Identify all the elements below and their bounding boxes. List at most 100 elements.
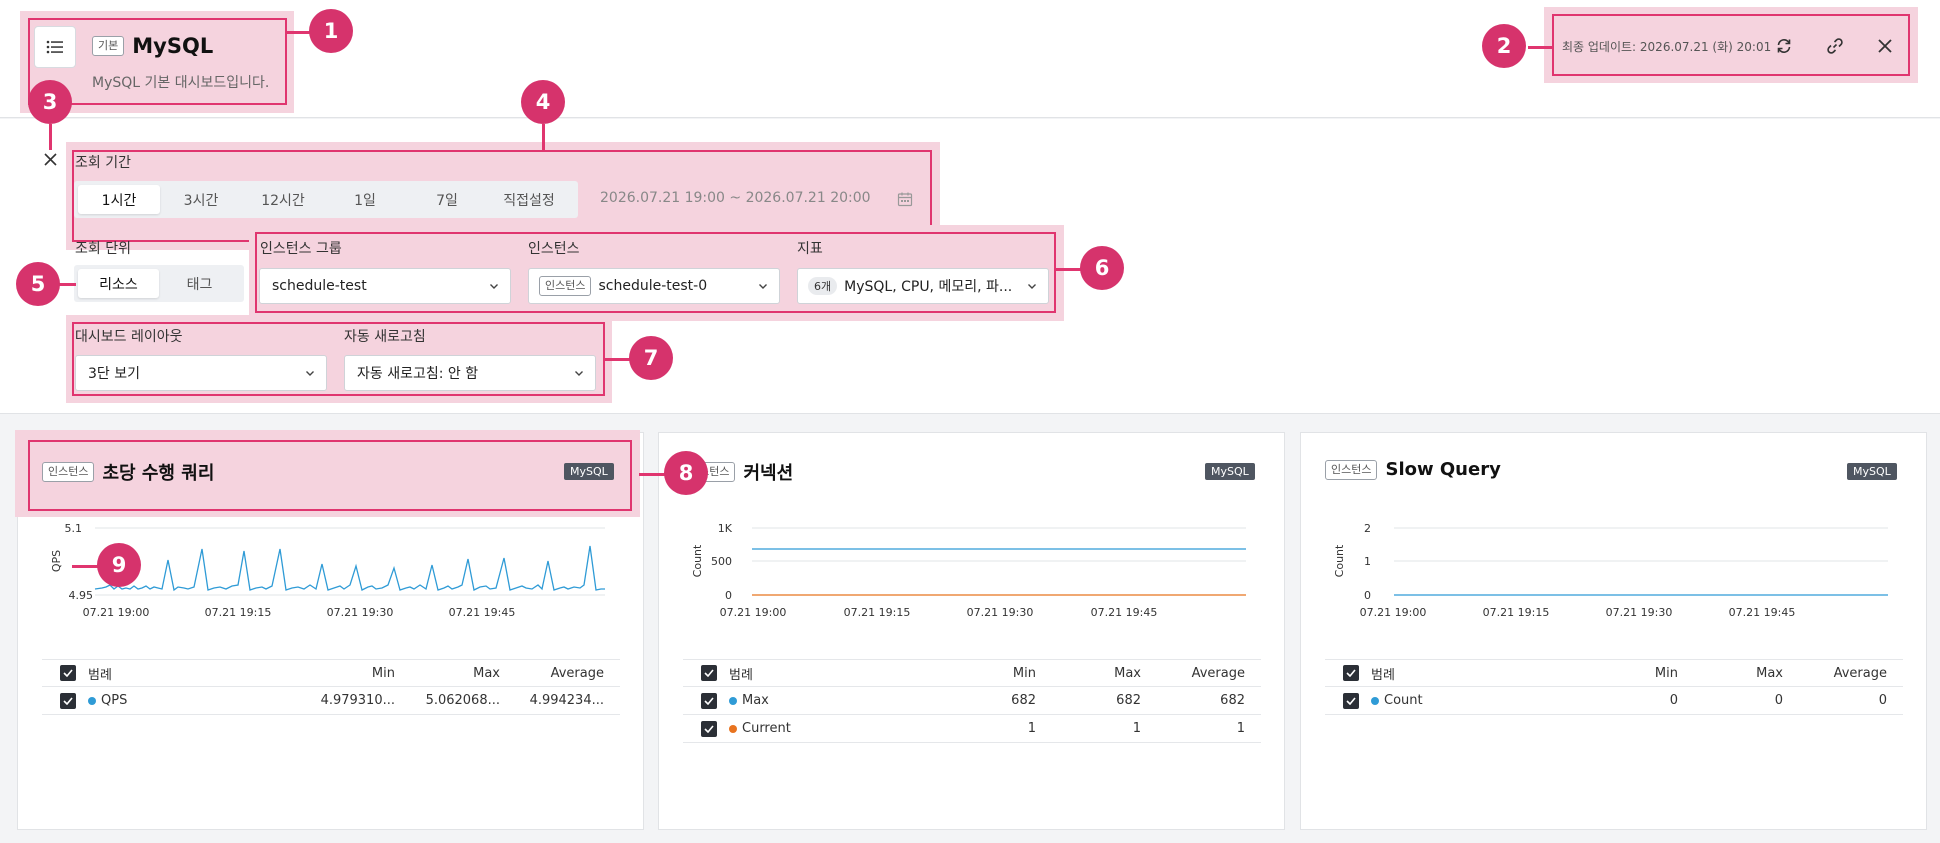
metric-select[interactable]: 6개 MySQL, CPU, 메모리, 파... xyxy=(797,268,1049,304)
connector-line xyxy=(542,124,545,151)
y-tick-label: 4.95 xyxy=(69,589,94,602)
x-tick-label: 07.21 19:30 xyxy=(1606,606,1673,619)
series-avg: 0 xyxy=(1878,693,1887,708)
legend-name-header: 범례 xyxy=(88,667,112,683)
widget-scope-tag: 인스턴스 xyxy=(1325,459,1378,480)
filter-panel: 조회 기간 1시간 3시간 12시간 1일 7일 직접설정 2026.07.21… xyxy=(0,119,1940,414)
x-tick-label: 07.21 19:15 xyxy=(205,606,272,619)
annotation-marker-3: 3 xyxy=(28,80,72,124)
series-name: QPS xyxy=(101,693,128,708)
instance-group-select[interactable]: schedule-test xyxy=(259,268,511,304)
y-tick-label: 500 xyxy=(711,555,732,568)
series-min: 0 xyxy=(1669,693,1678,708)
period-option-7d[interactable]: 7일 xyxy=(406,185,488,214)
last-updated-text: 최종 업데이트: 2026.07.21 (화) 20:01 xyxy=(1562,40,1772,54)
series-max: 682 xyxy=(1116,693,1141,708)
refresh-button[interactable] xyxy=(1766,28,1802,64)
period-label: 조회 기간 xyxy=(75,155,131,171)
series-checkbox[interactable] xyxy=(1343,692,1359,709)
metric-label: 지표 xyxy=(797,241,823,257)
dashboard-header: 기본 MySQL MySQL 기본 대시보드입니다. 최종 업데이트: 2026… xyxy=(0,0,1940,118)
series-name: Max xyxy=(742,693,769,708)
period-range-text[interactable]: 2026.07.21 19:00 ~ 2026.07.21 20:00 xyxy=(600,190,871,206)
select-all-checkbox[interactable] xyxy=(60,665,76,681)
chart-legend-table: 범례 Min Max Average Count 0 0 0 xyxy=(1325,659,1903,715)
annotation-marker-7: 7 xyxy=(629,336,673,380)
refresh-label: 자동 새로고침 xyxy=(344,329,426,345)
x-tick-label: 07.21 19:30 xyxy=(327,606,394,619)
x-tick-label: 07.21 19:00 xyxy=(720,606,787,619)
series-avg: 682 xyxy=(1220,693,1245,708)
legend-name-header: 범례 xyxy=(729,667,753,683)
unit-option-tag[interactable]: 태그 xyxy=(159,269,240,298)
x-tick-label: 07.21 19:15 xyxy=(844,606,911,619)
select-all-checkbox[interactable] xyxy=(1343,665,1359,681)
link-icon xyxy=(1827,38,1843,54)
chevron-down-icon xyxy=(490,284,498,289)
series-avg: 1 xyxy=(1236,721,1245,736)
period-option-3h[interactable]: 3시간 xyxy=(160,185,242,214)
legend-row: Current 1 1 1 xyxy=(683,715,1261,743)
legend-row: Count 0 0 0 xyxy=(1325,687,1903,715)
x-tick-label: 07.21 19:15 xyxy=(1483,606,1550,619)
close-icon xyxy=(1878,39,1892,53)
legend-min-header: Min xyxy=(1654,665,1678,681)
legend-avg-header: Average xyxy=(1191,665,1245,681)
legend-row: Max 682 682 682 xyxy=(683,687,1261,715)
chevron-down-icon xyxy=(306,371,314,376)
period-option-12h[interactable]: 12시간 xyxy=(242,185,324,214)
widget-title: Slow Query xyxy=(1385,459,1501,480)
x-tick-label: 07.21 19:45 xyxy=(449,606,516,619)
select-all-checkbox[interactable] xyxy=(701,665,717,681)
connector-line xyxy=(287,31,311,34)
legend-header-row: 범례 Min Max Average xyxy=(42,659,620,687)
period-option-1h[interactable]: 1시간 xyxy=(78,185,160,214)
list-icon xyxy=(46,40,63,54)
legend-avg-header: Average xyxy=(1833,665,1887,681)
x-tick-label: 07.21 19:45 xyxy=(1729,606,1796,619)
chart-legend-table: 범례 Min Max Average QPS 4.979310... 5.062… xyxy=(42,659,620,715)
y-tick-label: 1K xyxy=(718,522,733,535)
widget-card-slow-query: 인스턴스 Slow Query MySQL 2 1 0 Count 07.21 … xyxy=(1300,432,1927,830)
x-tick-label: 07.21 19:00 xyxy=(1360,606,1427,619)
instance-label: 인스턴스 xyxy=(528,241,580,257)
legend-avg-header: Average xyxy=(550,665,604,681)
legend-name-header: 범례 xyxy=(1371,667,1395,683)
layout-select[interactable]: 3단 보기 xyxy=(75,355,327,391)
legend-row: QPS 4.979310... 5.062068... 4.994234... xyxy=(42,687,620,715)
copy-link-button[interactable] xyxy=(1817,28,1853,64)
refresh-select[interactable]: 자동 새로고침: 안 함 xyxy=(344,355,596,391)
y-tick-label: 0 xyxy=(725,589,732,602)
instance-group-value: schedule-test xyxy=(272,278,367,294)
widget-card-queries-per-second: 인스턴스 초당 수행 쿼리 MySQL 5.1 4.95 QPS 07.21 1… xyxy=(15,430,644,830)
unit-option-resource[interactable]: 리소스 xyxy=(78,269,159,298)
annotation-marker-8: 8 xyxy=(664,451,708,495)
instance-select[interactable]: 인스턴스 schedule-test-0 xyxy=(528,268,780,304)
layout-label: 대시보드 레이아웃 xyxy=(75,329,183,345)
annotation-marker-2: 2 xyxy=(1482,24,1526,68)
close-dashboard-button[interactable] xyxy=(1867,28,1903,64)
period-option-1d[interactable]: 1일 xyxy=(324,185,406,214)
legend-max-header: Max xyxy=(473,665,500,681)
series-checkbox[interactable] xyxy=(701,720,717,737)
layout-value: 3단 보기 xyxy=(88,366,140,382)
menu-button[interactable] xyxy=(34,26,76,68)
chevron-down-icon xyxy=(1028,284,1036,289)
connections-chart: 1K 500 0 Count 07.21 19:00 07.21 19:15 0… xyxy=(691,522,1246,619)
y-tick-label: 1 xyxy=(1364,555,1371,568)
widget-scope-tag: 인스턴스 xyxy=(42,462,95,482)
period-option-custom[interactable]: 직접설정 xyxy=(488,185,570,214)
widget-title: 초당 수행 쿼리 xyxy=(102,463,215,484)
annotation-marker-6: 6 xyxy=(1080,246,1124,290)
series-min: 1 xyxy=(1027,721,1036,736)
legend-header-row: 범례 Min Max Average xyxy=(1325,659,1903,687)
series-name: Count xyxy=(1384,693,1423,708)
series-checkbox[interactable] xyxy=(60,692,76,709)
series-checkbox[interactable] xyxy=(701,692,717,709)
widget-title: 커넥션 xyxy=(743,463,794,484)
period-segmented-control: 1시간 3시간 12시간 1일 7일 직접설정 xyxy=(74,181,578,218)
calendar-icon[interactable] xyxy=(897,191,913,207)
series-color-dot xyxy=(729,696,737,705)
widget-source-badge: MySQL xyxy=(1847,463,1897,480)
series-color-dot xyxy=(1371,696,1379,705)
